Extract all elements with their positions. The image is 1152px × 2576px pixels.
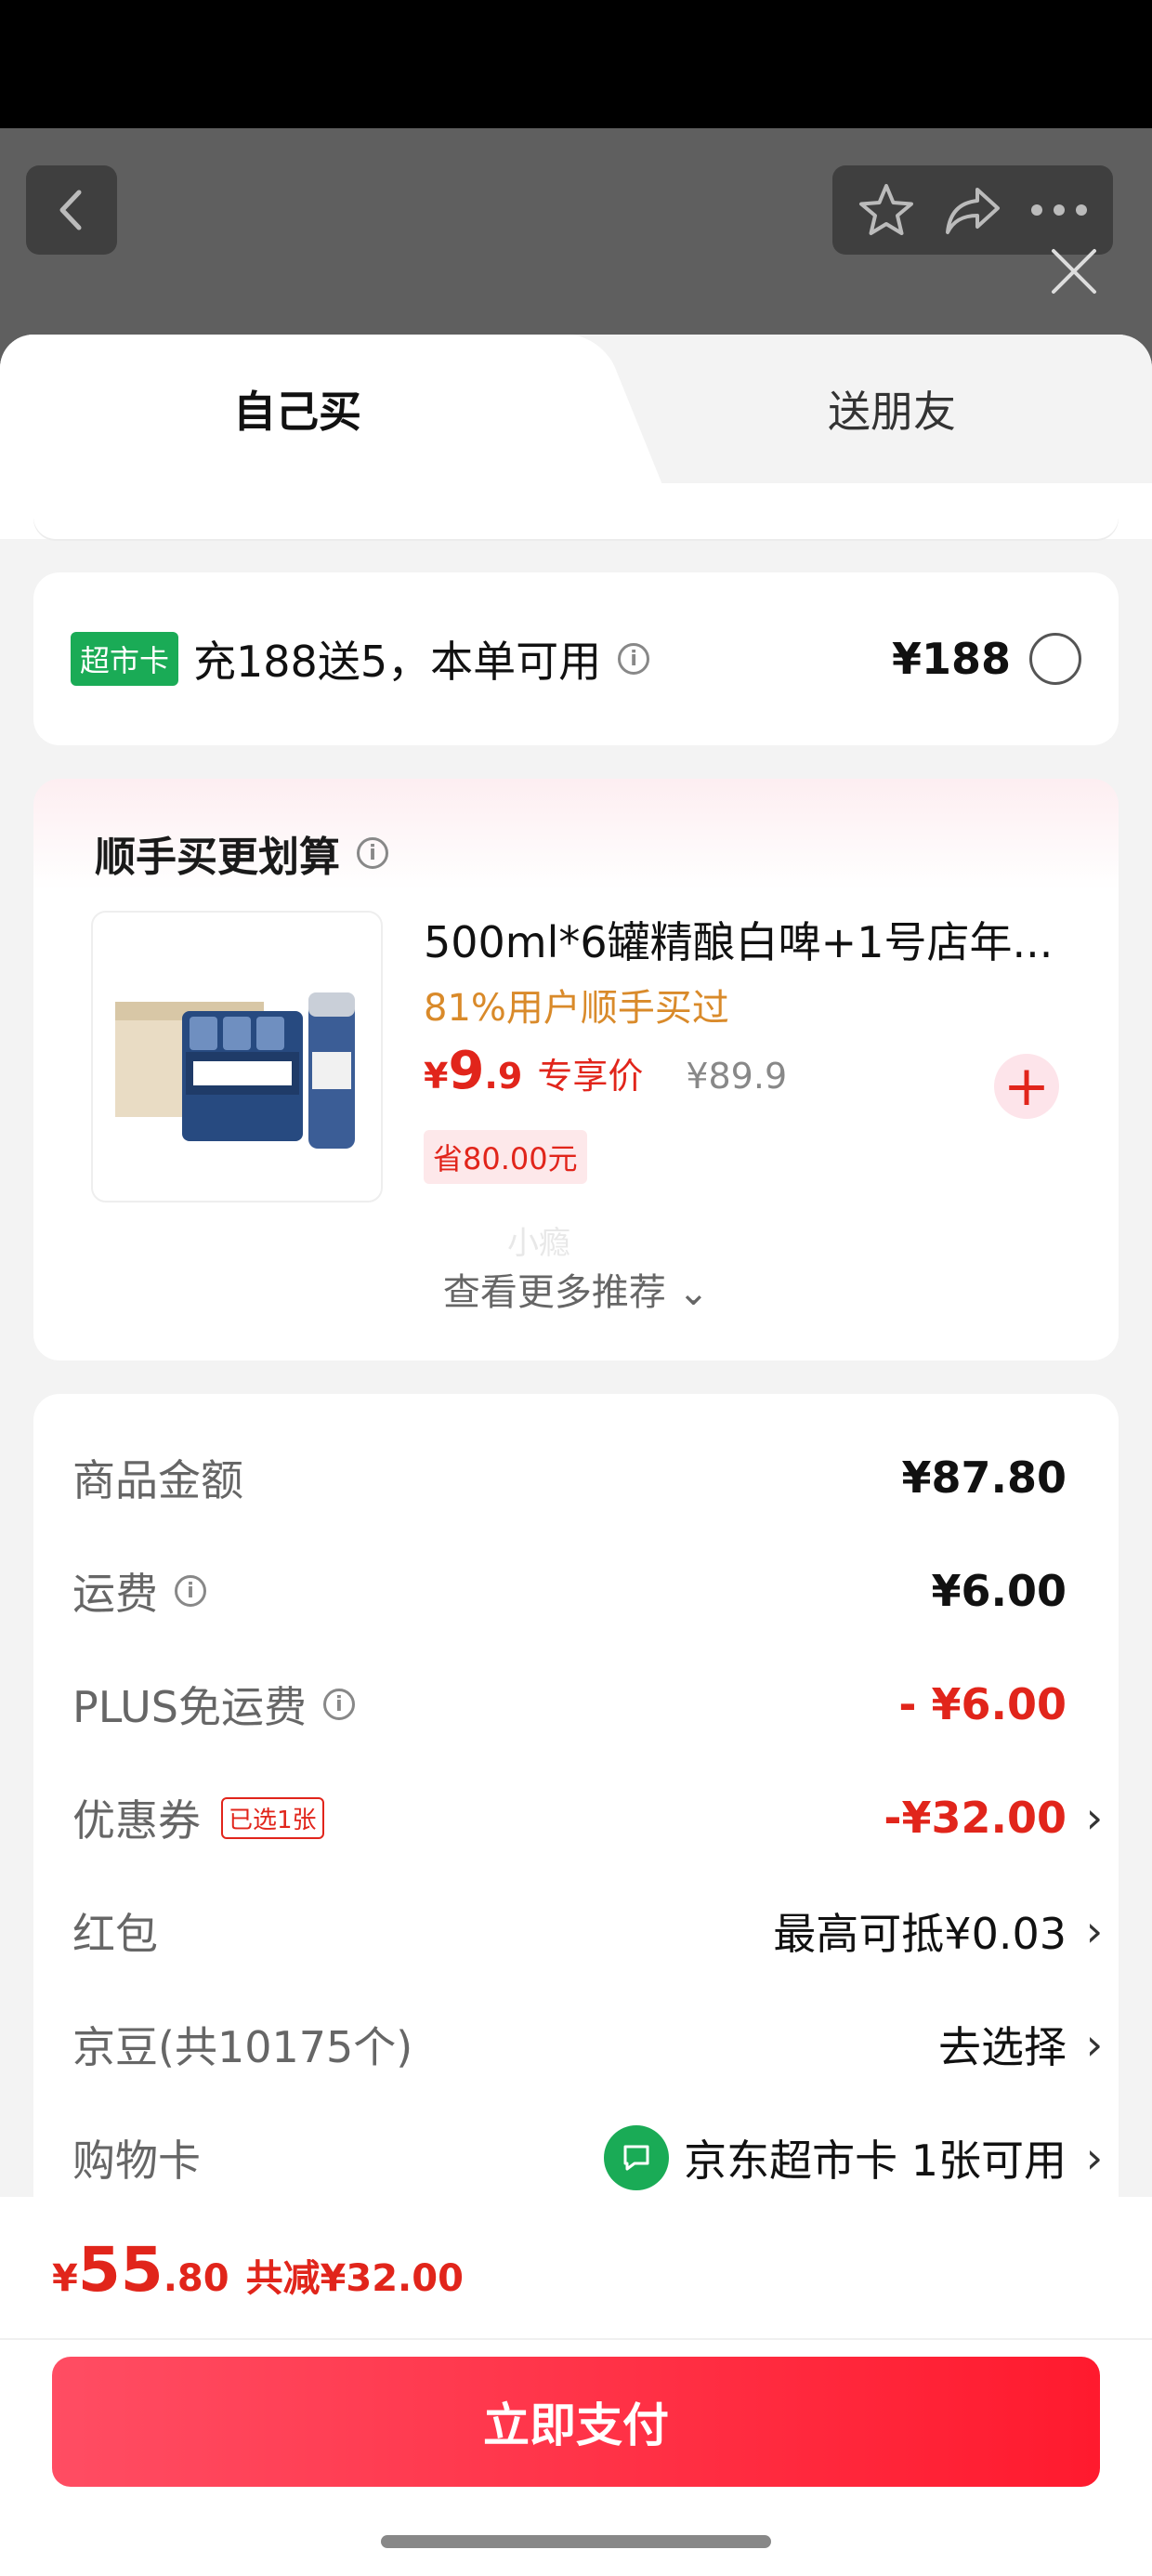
price-tag: 专享价 — [537, 1056, 644, 1097]
tab-self[interactable]: 自己买 — [0, 335, 595, 483]
total-summary: ¥ 55 .80 共减¥32.00 — [0, 2197, 1152, 2340]
total-integer: 55 — [77, 2234, 164, 2306]
offer-radio[interactable] — [1029, 633, 1081, 685]
fee-row-jingdou[interactable]: 京豆(共10175个) 去选择 › — [72, 1989, 1113, 2100]
chevron-right-icon: › — [1085, 1793, 1104, 1843]
chevron-left-icon — [59, 190, 82, 230]
coupon-count-badge: 已选1张 — [221, 1796, 324, 1839]
fee-value: ¥87.80 — [901, 1452, 1067, 1503]
total-currency: ¥ — [52, 2257, 78, 2300]
fee-value: -¥32.00 — [884, 1793, 1067, 1843]
fee-label-text: 优惠券 — [72, 1795, 201, 1846]
info-icon[interactable]: i — [175, 1575, 206, 1607]
fee-label: 优惠券 已选1张 — [72, 1787, 324, 1848]
fee-row-redpacket[interactable]: 红包 最高可抵¥0.03 › — [72, 1875, 1113, 1987]
chevron-right-icon: › — [1085, 1906, 1104, 1956]
plus-icon: + — [1002, 1054, 1051, 1119]
price-currency: ¥ — [424, 1056, 449, 1097]
fee-label: 红包 — [72, 1909, 158, 1959]
fee-label: 购物卡 — [72, 2136, 201, 2186]
buy-mode-tabs: 送朋友 自己买 — [0, 335, 1152, 483]
pay-now-button[interactable]: 立即支付 — [52, 2357, 1100, 2487]
save-badge: 省80.00元 — [424, 1130, 587, 1184]
more-recommendations-link[interactable]: 查看更多推荐 ⌄ — [33, 1262, 1119, 1316]
favorite-button[interactable] — [849, 173, 923, 247]
previous-card-edge — [33, 483, 1119, 539]
fee-label-text: 运费 — [72, 1569, 158, 1619]
close-icon — [1052, 249, 1096, 294]
product-price: ¥ 9 .9 专享价 ¥89.9 — [424, 1041, 787, 1101]
fee-value: ¥6.00 — [931, 1566, 1067, 1616]
beer-pack-image — [115, 992, 355, 1149]
tab-self-label: 自己买 — [233, 387, 361, 437]
supermarket-card-icon — [604, 2125, 670, 2190]
fee-value: 京东超市卡 1张可用 — [604, 2125, 1067, 2190]
recommend-title: 顺手买更划算 i — [95, 823, 388, 883]
fee-row-plus-shipping: PLUS免运费 i - ¥6.00 — [72, 1649, 1113, 1760]
fee-value: 最高可抵¥0.03 — [773, 1909, 1067, 1959]
product-thumbnail[interactable] — [91, 911, 383, 1203]
fee-row-coupon[interactable]: 优惠券 已选1张 -¥32.00 › — [72, 1762, 1113, 1873]
fee-row-goods: 商品金额 ¥87.80 — [72, 1422, 1113, 1533]
chevron-right-icon: › — [1085, 2133, 1104, 2183]
total-saved: 共减¥32.00 — [245, 2257, 464, 2300]
price-integer: 9 — [448, 1041, 485, 1101]
buyer-ratio: 81%用户顺手买过 — [424, 987, 729, 1030]
status-bar — [0, 0, 1152, 128]
fee-value-text: 京东超市卡 1张可用 — [684, 2136, 1067, 2186]
more-button[interactable] — [1022, 173, 1096, 247]
watermark: 小瘾 — [507, 1225, 570, 1262]
original-price: ¥89.9 — [686, 1056, 788, 1097]
supermarket-card-offer[interactable]: 超市卡 充188送5，本单可用 i ¥188 — [33, 572, 1119, 745]
recommend-title-text: 顺手买更划算 — [95, 834, 340, 881]
share-icon — [945, 188, 1000, 234]
more-dots-icon — [1030, 204, 1087, 216]
fee-label: 运费 i — [72, 1560, 206, 1622]
fee-value: - ¥6.00 — [898, 1679, 1067, 1729]
offer-price: ¥188 — [891, 634, 1011, 684]
checkout-bar: ¥ 55 .80 共减¥32.00 立即支付 — [0, 2197, 1152, 2576]
add-to-order-button[interactable]: + — [994, 1054, 1059, 1119]
fee-value: 去选择 — [938, 2022, 1067, 2072]
fee-row-shipping: 运费 i ¥6.00 — [72, 1535, 1113, 1647]
star-icon — [859, 184, 914, 235]
home-indicator — [381, 2535, 771, 2548]
fee-label: PLUS免运费 i — [72, 1674, 355, 1735]
fee-label: 京豆(共10175个) — [72, 2022, 413, 2072]
supermarket-card-badge: 超市卡 — [71, 632, 179, 686]
recommend-card: 顺手买更划算 i 500ml*6罐精酿白啤+1号店年... 81%用户顺手买过 … — [33, 779, 1119, 1360]
info-icon[interactable]: i — [618, 643, 650, 675]
tab-gift[interactable]: 送朋友 — [632, 335, 1152, 483]
total-decimal: .80 — [163, 2257, 229, 2300]
price-decimal: .9 — [484, 1056, 523, 1097]
fee-label-text: PLUS免运费 — [72, 1682, 307, 1732]
info-icon[interactable]: i — [357, 837, 388, 869]
offer-text: 充188送5，本单可用 — [193, 637, 602, 687]
info-icon[interactable]: i — [322, 1689, 355, 1720]
chevron-right-icon: › — [1085, 2019, 1104, 2070]
fee-label: 商品金额 — [72, 1455, 243, 1505]
back-button[interactable] — [26, 165, 117, 255]
close-button[interactable] — [1041, 238, 1107, 305]
share-button[interactable] — [936, 173, 1010, 247]
product-name[interactable]: 500ml*6罐精酿白啤+1号店年... — [424, 909, 1074, 970]
